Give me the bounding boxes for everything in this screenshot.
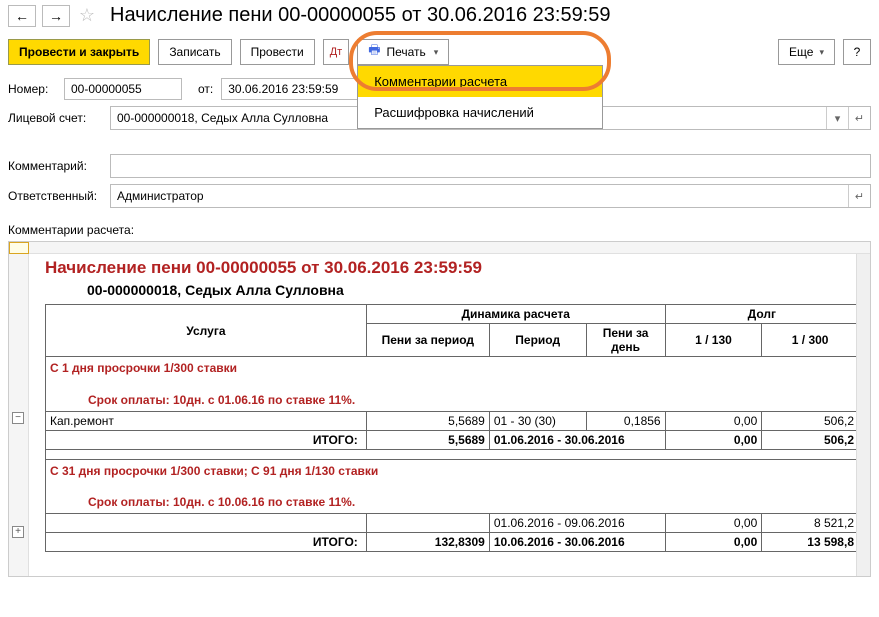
- group2-rate: Срок оплаты: 10дн. с 10.06.16 по ставке …: [46, 482, 859, 514]
- col-peni-period: Пени за период: [366, 324, 489, 357]
- outline-expand-button[interactable]: +: [12, 526, 24, 538]
- col-r300: 1 / 300: [762, 324, 859, 357]
- report-spreadsheet[interactable]: − + Начисление пени 00-00000055 от 30.06…: [8, 241, 871, 577]
- print-menu-item-details[interactable]: Расшифровка начислений: [358, 97, 602, 128]
- ruler-corner: [9, 242, 29, 254]
- group2-title: С 31 дня просрочки 1/300 ставки; С 91 дн…: [46, 459, 859, 482]
- nav-back-button[interactable]: ←: [8, 5, 36, 27]
- number-label: Номер:: [8, 82, 56, 96]
- table-row: 01.06.2016 - 09.06.2016 0,00 8 521,2: [46, 514, 859, 533]
- table-row: Кап.ремонт 5,5689 01 - 30 (30) 0,1856 0,…: [46, 411, 859, 430]
- responsible-label: Ответственный:: [8, 189, 104, 203]
- nav-forward-button[interactable]: →: [42, 5, 70, 27]
- outline-collapse-button[interactable]: −: [12, 412, 24, 424]
- scrollbar-vertical[interactable]: [856, 254, 870, 576]
- chevron-down-icon: ▾: [434, 47, 439, 58]
- table-total-row: ИТОГО: 5,5689 01.06.2016 - 30.06.2016 0,…: [46, 430, 859, 449]
- report-title: Начисление пени 00-00000055 от 30.06.201…: [45, 254, 870, 280]
- print-dropdown[interactable]: 🖶 Печать ▾ Комментарии расчета Расшифров…: [357, 39, 449, 65]
- ruler-horizontal: [9, 242, 870, 254]
- col-period: Период: [489, 324, 586, 357]
- col-debt: Долг: [665, 305, 858, 324]
- print-menu-item-comments[interactable]: Комментарии расчета: [358, 66, 602, 97]
- ruler-vertical: − +: [9, 254, 29, 576]
- post-and-close-button[interactable]: Провести и закрыть: [8, 39, 150, 65]
- favorite-star-icon[interactable]: ☆: [76, 5, 98, 27]
- print-button-label: Печать: [386, 45, 425, 59]
- printer-icon: 🖶: [368, 41, 380, 63]
- col-r130: 1 / 130: [665, 324, 762, 357]
- more-button[interactable]: Еще▾: [778, 39, 835, 65]
- report-subtitle: 00-000000018, Седых Алла Сулловна: [45, 280, 870, 304]
- group1-title: С 1 дня просрочки 1/300 ставки: [46, 357, 859, 380]
- responsible-input[interactable]: [111, 185, 848, 207]
- report-table: Услуга Динамика расчета Долг Пени за пер…: [45, 304, 859, 552]
- comment-label: Комментарий:: [8, 159, 104, 173]
- help-button[interactable]: ?: [843, 39, 871, 65]
- dt-button[interactable]: Дт: [323, 39, 350, 65]
- page-title: Начисление пени 00-00000055 от 30.06.201…: [110, 4, 611, 27]
- table-total-row: ИТОГО: 132,8309 10.06.2016 - 30.06.2016 …: [46, 533, 859, 552]
- account-select-button[interactable]: ▾: [826, 107, 848, 129]
- number-input[interactable]: [64, 78, 182, 100]
- calc-comments-label: Комментарии расчета:: [0, 211, 879, 239]
- account-open-button[interactable]: ↵: [848, 107, 870, 129]
- post-button[interactable]: Провести: [240, 39, 315, 65]
- account-label: Лицевой счет:: [8, 111, 104, 125]
- chevron-down-icon: ▾: [819, 47, 824, 58]
- dt-icon: Дт: [330, 46, 343, 58]
- from-label: от:: [198, 82, 213, 96]
- date-input[interactable]: [221, 78, 361, 100]
- comment-input[interactable]: [111, 155, 870, 177]
- col-service: Услуга: [46, 305, 367, 357]
- group1-rate: Срок оплаты: 10дн. с 01.06.16 по ставке …: [46, 379, 859, 411]
- col-dynamics: Динамика расчета: [366, 305, 665, 324]
- responsible-open-button[interactable]: ↵: [848, 185, 870, 207]
- save-button[interactable]: Записать: [158, 39, 231, 65]
- col-peni-day: Пени за день: [586, 324, 665, 357]
